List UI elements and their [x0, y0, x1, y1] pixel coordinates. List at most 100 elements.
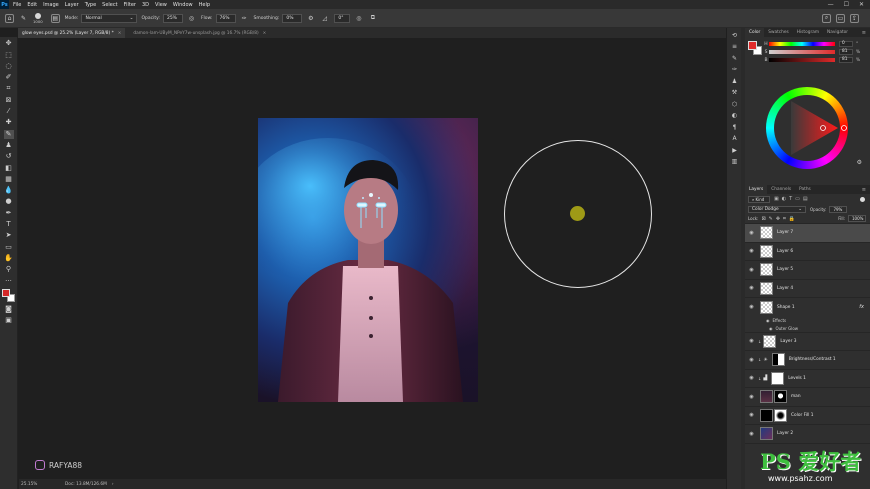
document-image[interactable] [258, 118, 478, 402]
close-icon[interactable]: × [118, 31, 122, 36]
fx-badge[interactable]: fx [859, 304, 864, 310]
tab-glow-eyes[interactable]: glow eyes.psd @ 25.2% (Layer 7, RGB/8) *… [18, 28, 126, 38]
airbrush-icon[interactable]: ✑ [240, 14, 249, 23]
layer-row[interactable]: ◉ Layer 6 [745, 243, 870, 261]
outer-glow-row[interactable]: ◉ Outer Glow [745, 325, 870, 333]
saturation-slider[interactable] [769, 50, 835, 54]
layer-name[interactable]: Layer 3 [780, 339, 796, 344]
workspace-icon[interactable]: ▭ [836, 13, 845, 23]
chevron-right-icon[interactable]: › [112, 482, 114, 487]
shape-tool-icon[interactable]: ▭ [4, 243, 14, 252]
filter-icons[interactable]: ▣◐T▭▤ [774, 196, 811, 202]
close-icon[interactable]: × [263, 31, 267, 36]
eye-icon[interactable]: ◉ [769, 326, 773, 331]
tool-presets-icon[interactable]: ⚒ [730, 89, 739, 97]
layer-name[interactable]: Layer 6 [777, 249, 793, 254]
more-tools-icon[interactable]: ··· [4, 277, 14, 286]
healing-brush-tool-icon[interactable]: ✚ [4, 118, 14, 127]
tab-layers[interactable]: Layers [745, 185, 768, 194]
home-icon[interactable]: ⌂ [5, 13, 14, 23]
brush-settings-icon[interactable]: ▤ [50, 13, 60, 23]
clone-stamp-tool-icon[interactable]: ♟ [4, 141, 14, 150]
brightness-slider-row[interactable]: B 81 % [763, 56, 860, 64]
move-tool-icon[interactable]: ✥ [4, 39, 14, 48]
menu-image[interactable]: Image [43, 2, 59, 8]
layer-name[interactable]: Levels 1 [788, 376, 806, 381]
layer-row[interactable]: ◉ Layer 7 [745, 224, 870, 243]
brush-preset-picker[interactable]: 1000 [33, 12, 43, 24]
eye-icon[interactable]: ◉ [747, 357, 756, 363]
eye-icon[interactable]: ◉ [747, 412, 756, 418]
screen-mode-icon[interactable]: ▣ [4, 316, 14, 325]
menu-type[interactable]: Type [85, 2, 96, 8]
eyedropper-tool-icon[interactable]: ⁄ [4, 107, 14, 116]
layer-name[interactable]: Color Fill 1 [791, 413, 813, 418]
menu-help[interactable]: Help [199, 2, 210, 8]
symmetry-icon[interactable]: ⧉ [368, 14, 377, 23]
properties-icon[interactable]: ≡ [730, 43, 739, 51]
eye-icon[interactable]: ◉ [747, 338, 756, 344]
tab-histogram[interactable]: Histogram [793, 28, 823, 37]
menu-layer[interactable]: Layer [65, 2, 79, 8]
angle-icon[interactable]: ◿ [320, 14, 329, 23]
zoom-level[interactable]: 25.15% [21, 482, 47, 487]
brush-tool-icon[interactable]: ✎ [3, 129, 14, 139]
frame-tool-icon[interactable]: ⊠ [4, 96, 14, 105]
layer-name[interactable]: Brightness/Contrast 1 [789, 357, 836, 362]
color-triangle[interactable] [766, 87, 848, 169]
layer-name[interactable]: Layer 2 [777, 431, 793, 436]
fg-bg-swatch[interactable] [748, 41, 762, 55]
color-swatches[interactable] [1, 288, 16, 303]
effects-row[interactable]: ◉ Effects [745, 317, 870, 325]
layer-row[interactable]: ◉ ↓ ▟ Levels 1 [745, 370, 870, 388]
color-wheel-settings-icon[interactable]: ⚙ [857, 159, 862, 166]
eye-icon[interactable]: ◉ [747, 304, 756, 310]
hue-value[interactable]: 0 [839, 41, 853, 47]
eye-icon[interactable]: ◉ [747, 394, 756, 400]
quick-select-tool-icon[interactable]: ✐ [4, 73, 14, 82]
hand-tool-icon[interactable]: ✋ [4, 254, 14, 263]
blend-mode-select[interactable]: Color Dodge ⌄ [748, 205, 806, 213]
type-tool-icon[interactable]: T [4, 220, 14, 229]
layer-row[interactable]: ◉ ↓ ☀ Brightness/Contrast 1 [745, 351, 870, 370]
share-icon[interactable]: ⇪ [850, 13, 859, 23]
brush-settings-icon[interactable]: ✎ [730, 55, 739, 63]
tab-swatches[interactable]: Swatches [764, 28, 793, 37]
tab-channels[interactable]: Channels [767, 185, 795, 194]
eye-icon[interactable]: ◉ [747, 230, 756, 236]
brush-tool-icon[interactable]: ✎ [19, 14, 28, 23]
fill-field[interactable]: 100% [848, 215, 866, 222]
foreground-color-swatch[interactable] [748, 41, 757, 50]
menu-edit[interactable]: Edit [27, 2, 37, 8]
flow-field[interactable]: 76% [215, 13, 236, 23]
layer-row[interactable]: ◉ Layer 5 [745, 261, 870, 280]
layer-opacity-field[interactable]: 79% [829, 205, 848, 213]
menu-3d[interactable]: 3D [142, 2, 149, 8]
layer-name[interactable]: Shape 1 [777, 305, 795, 310]
smoothing-settings-icon[interactable]: ⚙ [306, 14, 315, 23]
panel-menu-icon[interactable]: ≡ [862, 30, 870, 36]
foreground-color-swatch[interactable] [1, 288, 10, 297]
opacity-field[interactable]: 25% [162, 13, 183, 23]
saturation-value[interactable]: 81 [839, 49, 853, 55]
eye-icon[interactable]: ◉ [747, 375, 756, 381]
menu-window[interactable]: Window [173, 2, 193, 8]
tab-navigator[interactable]: Navigator [823, 28, 852, 37]
layer-name[interactable]: Layer 5 [777, 267, 793, 272]
layer-row[interactable]: ◉ Layer 4 [745, 280, 870, 298]
hue-slider-row[interactable]: H 0 ° [763, 40, 860, 48]
lock-icons[interactable]: ⊠✎✥⌗🔒 [761, 216, 798, 222]
zoom-tool-icon[interactable]: ⚲ [4, 265, 14, 274]
layer-row[interactable]: ◉ Shape 1 fx [745, 298, 870, 317]
tab-color[interactable]: Color [745, 28, 765, 37]
eye-icon[interactable]: ◉ [766, 318, 770, 323]
quick-mask-icon[interactable]: ◙ [4, 305, 14, 314]
color-wheel[interactable] [766, 87, 848, 169]
minimize-icon[interactable]: — [828, 1, 834, 8]
gradient-tool-icon[interactable]: ▦ [4, 175, 14, 184]
brightness-value[interactable]: 81 [839, 57, 853, 63]
layer-row[interactable]: ◉ Color Fill 1 [745, 407, 870, 425]
history-brush-tool-icon[interactable]: ↺ [4, 152, 14, 161]
close-icon[interactable]: ✕ [859, 1, 864, 8]
pressure-opacity-icon[interactable]: ◎ [187, 14, 196, 23]
